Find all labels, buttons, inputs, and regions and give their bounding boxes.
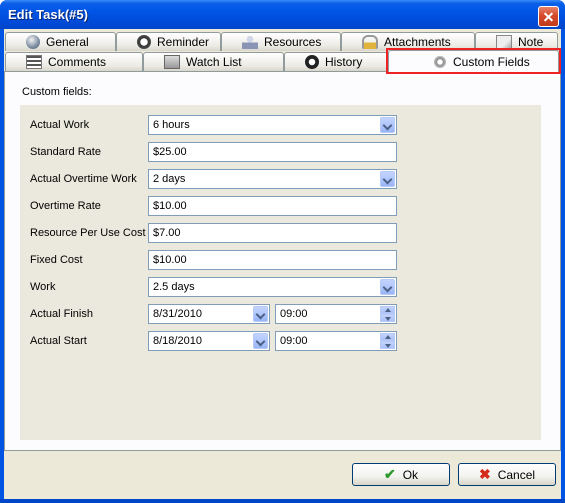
- tab-label: Comments: [48, 55, 107, 69]
- actual-start-date-picker[interactable]: 8/18/2010: [148, 331, 270, 351]
- tab-label: History: [325, 55, 363, 69]
- chevron-down-icon[interactable]: [380, 279, 395, 295]
- standard-rate-input[interactable]: $25.00: [148, 142, 397, 162]
- actual-finish-date-picker[interactable]: 8/31/2010: [148, 304, 270, 324]
- time-spinner: [380, 306, 395, 322]
- gear-icon: [433, 54, 447, 69]
- chevron-down-icon[interactable]: [380, 171, 395, 187]
- field-label-fixed-cost: Fixed Cost: [30, 254, 83, 266]
- section-label: Custom fields:: [22, 86, 92, 98]
- tab-label: General: [46, 35, 89, 49]
- ok-label: Ok: [402, 467, 419, 482]
- cancel-button[interactable]: ✖ Cancel: [458, 463, 556, 486]
- spin-up-icon[interactable]: [380, 306, 395, 314]
- tab-history[interactable]: History: [284, 52, 388, 71]
- field-label-resource-per-use-cost: Resource Per Use Cost: [30, 227, 146, 239]
- input-value: $10.00: [153, 200, 187, 212]
- close-button[interactable]: [538, 6, 559, 27]
- time-value: 09:00: [280, 308, 308, 320]
- tab-label: Reminder: [157, 35, 210, 49]
- date-value: 8/18/2010: [153, 335, 202, 347]
- watch-list-icon: [164, 55, 180, 69]
- dropdown-value: 6 hours: [153, 119, 190, 131]
- spin-down-icon[interactable]: [380, 314, 395, 322]
- window-title: Edit Task(#5): [8, 7, 88, 22]
- tab-label: Resources: [264, 35, 322, 49]
- tab-comments[interactable]: Comments: [5, 52, 143, 71]
- window-border: [0, 499, 565, 503]
- cancel-label: Cancel: [497, 467, 536, 482]
- alarm-clock-icon: [137, 35, 151, 49]
- checkmark-icon: ✔: [383, 466, 396, 482]
- input-value: $7.00: [153, 227, 181, 239]
- input-value: $25.00: [153, 146, 187, 158]
- title-bar[interactable]: Edit Task(#5): [0, 0, 565, 29]
- actual-work-dropdown[interactable]: 6 hours: [148, 115, 397, 135]
- history-icon: [305, 55, 319, 69]
- padlock-icon: [362, 35, 378, 49]
- spin-down-icon[interactable]: [380, 341, 395, 349]
- tab-watch-list[interactable]: Watch List: [143, 52, 284, 71]
- ok-button[interactable]: ✔ Ok: [352, 463, 450, 486]
- field-label-actual-start: Actual Start: [30, 335, 87, 347]
- tab-label: Attachments: [384, 35, 451, 49]
- actual-finish-time-input[interactable]: 09:00: [275, 304, 397, 324]
- tab-general[interactable]: General: [5, 32, 116, 51]
- field-label-actual-overtime-work: Actual Overtime Work: [30, 173, 137, 185]
- chevron-down-icon[interactable]: [380, 117, 395, 133]
- time-value: 09:00: [280, 335, 308, 347]
- field-label-overtime-rate: Overtime Rate: [30, 200, 101, 212]
- work-dropdown[interactable]: 2.5 days: [148, 277, 397, 297]
- chevron-down-icon[interactable]: [253, 306, 268, 322]
- note-icon: [496, 35, 512, 49]
- people-icon: [242, 35, 258, 49]
- comments-icon: [26, 55, 42, 69]
- field-label-actual-finish: Actual Finish: [30, 308, 93, 320]
- actual-start-time-input[interactable]: 09:00: [275, 331, 397, 351]
- tab-note[interactable]: Note: [475, 32, 558, 51]
- fixed-cost-input[interactable]: $10.00: [148, 250, 397, 270]
- tab-resources[interactable]: Resources: [221, 32, 341, 51]
- dropdown-value: 2.5 days: [153, 281, 195, 293]
- tab-reminder[interactable]: Reminder: [116, 32, 221, 51]
- time-spinner: [380, 333, 395, 349]
- chevron-down-icon[interactable]: [253, 333, 268, 349]
- field-label-work: Work: [30, 281, 56, 293]
- dropdown-value: 2 days: [153, 173, 186, 185]
- date-value: 8/31/2010: [153, 308, 202, 320]
- globe-icon: [26, 35, 40, 49]
- tab-attachments[interactable]: Attachments: [341, 32, 475, 51]
- tab-label: Custom Fields: [453, 54, 530, 69]
- field-label-standard-rate: Standard Rate: [30, 146, 101, 158]
- actual-overtime-work-dropdown[interactable]: 2 days: [148, 169, 397, 189]
- cancel-x-icon: ✖: [478, 466, 491, 482]
- resource-per-use-cost-input[interactable]: $7.00: [148, 223, 397, 243]
- overtime-rate-input[interactable]: $10.00: [148, 196, 397, 216]
- tab-label: Watch List: [186, 55, 242, 69]
- tab-label: Note: [518, 35, 544, 49]
- tab-custom-fields[interactable]: Custom Fields: [388, 50, 559, 72]
- field-label-actual-work: Actual Work: [30, 119, 90, 131]
- spin-up-icon[interactable]: [380, 333, 395, 341]
- input-value: $10.00: [153, 254, 187, 266]
